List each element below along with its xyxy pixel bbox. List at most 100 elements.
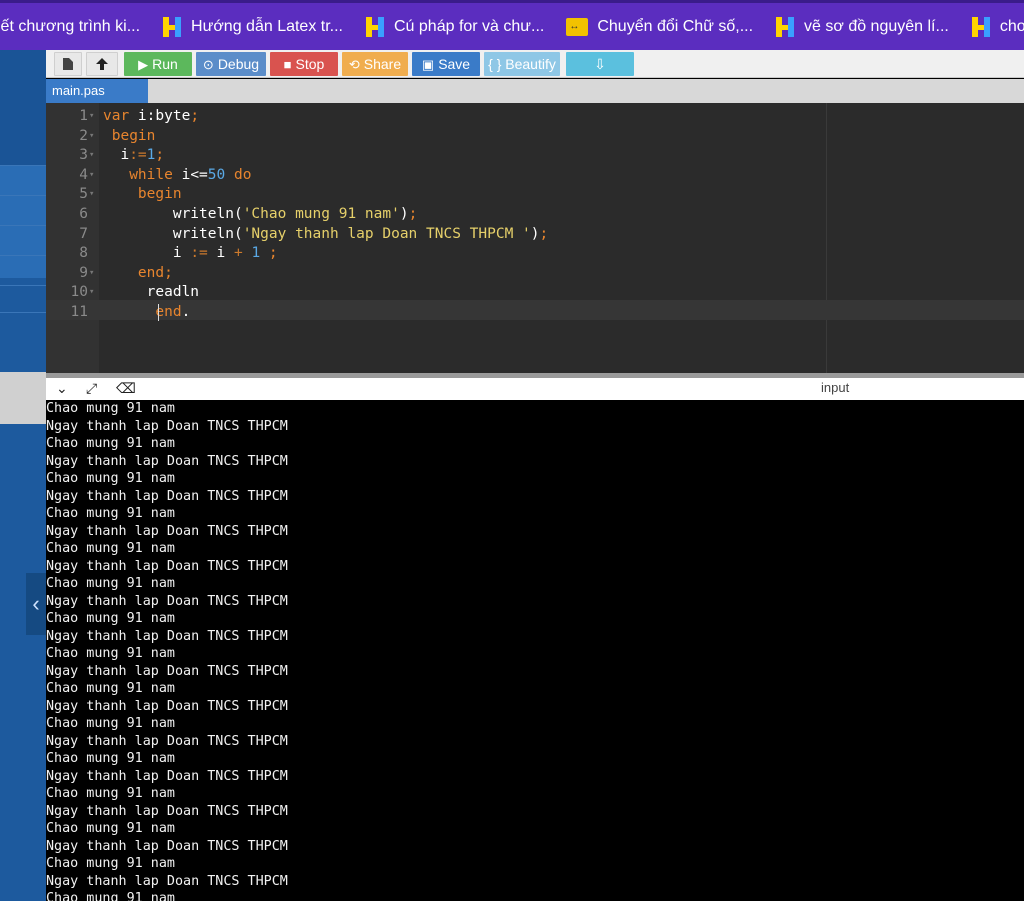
fold-arrow-icon[interactable]: ▾	[89, 264, 94, 284]
chevron-left-icon: ‹	[32, 591, 40, 616]
code-line[interactable]: 11 end.	[46, 303, 1024, 323]
code-text: writeln('Chao mung 91 nam');	[103, 206, 418, 222]
bookmark-label: Hướng dẫn Latex tr...	[191, 17, 343, 35]
code-editor[interactable]: 1 ▾ var i:byte; 2 ▾ begin 3 ▾ i:=1; 4 ▾ while i<…	[46, 103, 1024, 373]
bookmark-item[interactable]: cho tam g	[971, 16, 1024, 38]
clear-console-icon[interactable]: ⌫	[116, 380, 136, 397]
text-cursor	[158, 304, 159, 321]
stop-label: Stop	[295, 56, 325, 72]
expand-icon[interactable]: ⤢	[86, 380, 97, 397]
bookmark-item[interactable]: Cú pháp for và chư...	[365, 16, 544, 38]
share-icon: ⟲	[348, 57, 360, 72]
hoc247-icon	[775, 16, 795, 38]
fold-arrow-icon[interactable]: ▾	[89, 127, 94, 147]
output-line: Chao mung 91 nam	[46, 611, 175, 626]
fold-arrow-icon[interactable]: ▾	[89, 185, 94, 205]
beautify-button[interactable]: { } Beautify	[484, 52, 560, 76]
output-line: Ngay thanh lap Doan TNCS THPCM	[46, 733, 288, 749]
save-button[interactable]: ▣ Save	[412, 52, 480, 76]
code-text: var i:byte;	[103, 108, 200, 124]
output-line: Chao mung 91 nam	[46, 681, 175, 696]
code-line[interactable]: 7 writeln('Ngay thanh lap Doan TNCS THPC…	[46, 225, 1024, 245]
output-console: Chao mung 91 nam Ngay thanh lap Doan TNCS…	[46, 400, 1024, 901]
fold-arrow-icon[interactable]: ▾	[89, 283, 94, 303]
output-line: Ngay thanh lap Doan TNCS THPCM	[46, 558, 288, 574]
code-line[interactable]: 3 ▾ i:=1;	[46, 146, 1024, 166]
output-line: Chao mung 91 nam	[46, 821, 175, 836]
output-line: Ngay thanh lap Doan TNCS THPCM	[46, 838, 288, 854]
code-line[interactable]: 2 ▾ begin	[46, 127, 1024, 147]
stop-button[interactable]: ■ Stop	[270, 52, 338, 76]
file-tab-bar: main.pas	[46, 79, 1024, 103]
bookmark-label: cho tam g	[999, 17, 1024, 35]
download-button[interactable]: ⇩	[566, 52, 634, 76]
swap-icon: ↔	[566, 17, 589, 36]
sidebar-item[interactable]	[0, 166, 46, 278]
output-line: Ngay thanh lap Doan TNCS THPCM	[46, 803, 288, 819]
code-line[interactable]: 8 i := i + 1 ;	[46, 244, 1024, 264]
chevron-down-icon[interactable]: ⌄	[56, 380, 68, 397]
output-line: Ngay thanh lap Doan TNCS THPCM	[46, 488, 288, 504]
upload-icon	[96, 58, 108, 70]
code-text: end;	[137, 264, 173, 281]
tab-main-pas[interactable]: main.pas	[46, 79, 148, 103]
fold-arrow-icon[interactable]: ▾	[89, 107, 94, 127]
output-line: Ngay thanh lap Doan TNCS THPCM	[46, 453, 288, 469]
bookmark-item[interactable]: iết chương trình ki...	[0, 18, 140, 36]
bookmark-label: vẽ sơ đồ nguyên lí...	[804, 17, 949, 35]
sidebar-item[interactable]	[0, 50, 46, 165]
line-number: 5	[79, 186, 88, 203]
code-text: while i<=50 do	[129, 166, 252, 183]
upload-button[interactable]	[86, 52, 118, 76]
output-line: Ngay thanh lap Doan TNCS THPCM	[46, 593, 288, 609]
code-text: begin	[111, 127, 156, 144]
line-number: 7	[79, 225, 88, 242]
output-line: Chao mung 91 nam	[46, 506, 175, 521]
output-line: Ngay thanh lap Doan TNCS THPCM	[46, 663, 288, 679]
line-number: 4	[79, 166, 88, 183]
editor-toolbar: ▶ Run ⊙ Debug ■ Stop ⟲ Share ▣ Save { } Beaut…	[46, 50, 1024, 78]
fold-arrow-icon[interactable]: ▾	[89, 146, 94, 166]
output-line: Chao mung 91 nam	[46, 856, 175, 871]
line-number: 6	[79, 206, 88, 222]
output-line: Chao mung 91 nam	[46, 436, 175, 451]
code-line[interactable]: 5 ▾ begin	[46, 185, 1024, 205]
share-label: Share	[363, 56, 402, 72]
run-button[interactable]: ▶ Run	[124, 52, 192, 76]
output-line: Chao mung 91 nam	[46, 786, 175, 801]
input-tab-label[interactable]: input	[821, 380, 849, 395]
collapse-panel-button[interactable]: ‹	[26, 573, 46, 635]
save-icon: ▣	[421, 57, 435, 72]
beautify-label: { } Beautify	[488, 56, 556, 72]
new-file-button[interactable]	[54, 52, 82, 76]
fold-arrow-icon[interactable]: ▾	[89, 166, 94, 186]
line-number: 10	[70, 284, 88, 301]
bookmark-item[interactable]: vẽ sơ đồ nguyên lí...	[775, 16, 949, 38]
code-line[interactable]: 1 ▾ var i:byte;	[46, 107, 1024, 127]
download-icon: ⇩	[594, 56, 606, 72]
bookmark-item[interactable]: ↔ Chuyển đổi Chữ số,...	[566, 17, 754, 36]
bookmarks-bar: iết chương trình ki... Hướng dẫn Latex t…	[0, 0, 1024, 50]
bookmark-item[interactable]: Hướng dẫn Latex tr...	[162, 16, 343, 38]
line-number: 2	[79, 127, 88, 144]
line-number: 11	[70, 304, 88, 320]
output-line: Chao mung 91 nam	[46, 401, 175, 416]
share-button[interactable]: ⟲ Share	[342, 52, 408, 76]
save-label: Save	[438, 56, 471, 72]
debug-button[interactable]: ⊙ Debug	[196, 52, 266, 76]
code-text: i:=1;	[103, 147, 165, 164]
code-text: i := i + 1 ;	[103, 245, 278, 262]
code-line[interactable]: 4 ▾ while i<=50 do	[46, 166, 1024, 186]
bookmark-label: Chuyển đổi Chữ số,...	[597, 17, 754, 35]
stop-icon: ■	[283, 57, 292, 72]
line-number: 9	[79, 264, 88, 281]
output-line: Chao mung 91 nam	[46, 576, 175, 591]
hoc247-icon	[365, 16, 385, 38]
code-line[interactable]: 6 writeln('Chao mung 91 nam');	[46, 205, 1024, 225]
code-line[interactable]: 10 ▾ readln	[46, 283, 1024, 303]
sidebar-item[interactable]	[0, 372, 46, 424]
debug-label: Debug	[217, 56, 260, 72]
file-icon	[63, 58, 73, 70]
line-number: 8	[79, 245, 88, 262]
code-line[interactable]: 9 ▾ end;	[46, 264, 1024, 284]
